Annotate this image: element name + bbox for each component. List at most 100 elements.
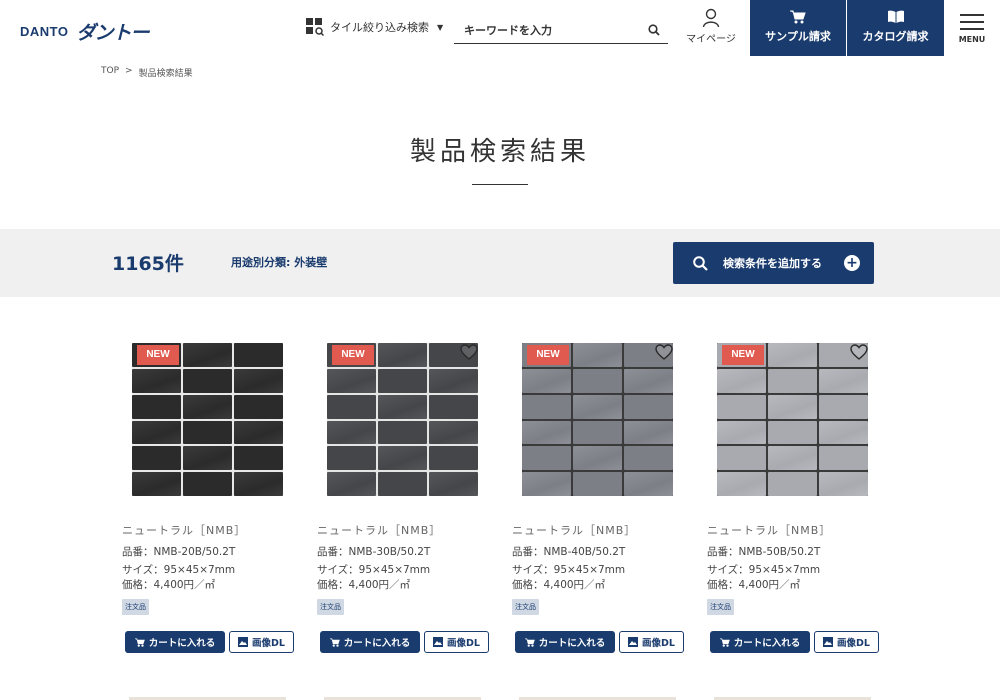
book-icon [887, 10, 904, 23]
product-size: サイズ：95×45×7mm [707, 564, 821, 576]
image-download-button[interactable]: 画像DL [619, 631, 684, 653]
search-icon[interactable] [644, 24, 664, 36]
keyword-search [454, 17, 668, 44]
tile-swatch [327, 368, 376, 393]
sample-request-button[interactable]: サンプル請求 [750, 0, 846, 56]
tile-swatch [768, 472, 817, 496]
tile-swatch [234, 446, 283, 471]
add-search-condition-button[interactable]: 検索条件を追加する + [673, 242, 874, 284]
tile-swatch [429, 420, 478, 445]
heart-icon[interactable] [460, 344, 478, 364]
breadcrumb: TOP > 製品検索結果 [101, 66, 193, 79]
site-logo[interactable]: DANTO ダントー [20, 18, 150, 45]
product-image[interactable]: NEW [714, 340, 871, 497]
tile-swatch [429, 394, 478, 419]
breadcrumb-home[interactable]: TOP [101, 66, 119, 79]
tile-swatch [573, 343, 622, 367]
tile-swatch [624, 472, 673, 496]
product-series[interactable]: ニュートラル［NMB］ [707, 522, 831, 538]
cart-icon [524, 637, 535, 647]
tile-swatch [183, 446, 232, 471]
tile-swatch [768, 446, 817, 471]
tile-swatch [624, 446, 673, 471]
plus-circle-icon: + [844, 255, 860, 271]
tile-swatch [183, 394, 232, 419]
product-part-number: 品番：NMB-50B/50.2T [707, 546, 821, 558]
product-series[interactable]: ニュートラル［NMB］ [317, 522, 441, 538]
image-download-button[interactable]: 画像DL [424, 631, 489, 653]
cart-icon [134, 637, 145, 647]
product-price: 価格：4,400円／㎡ [512, 579, 606, 591]
new-badge: NEW [527, 345, 569, 365]
add-to-cart-button[interactable]: カートに入れる [320, 631, 420, 653]
tile-grid-search-icon [306, 18, 325, 37]
add-to-cart-label: カートに入れる [343, 638, 411, 649]
tile-swatch [573, 472, 622, 496]
tile-swatch [234, 420, 283, 445]
new-badge: NEW [332, 345, 374, 365]
tile-swatch [819, 368, 868, 393]
tile-swatch [429, 368, 478, 393]
add-to-cart-button[interactable]: カートに入れる [515, 631, 615, 653]
cart-icon [790, 10, 806, 24]
heart-icon[interactable] [655, 344, 673, 364]
product-series[interactable]: ニュートラル［NMB］ [122, 522, 246, 538]
page-title: 製品検索結果 [409, 137, 590, 167]
product-series[interactable]: ニュートラル［NMB］ [512, 522, 636, 538]
add-search-condition-label: 検索条件を追加する [723, 257, 822, 270]
add-to-cart-label: カートに入れる [148, 638, 216, 649]
tile-swatch [522, 394, 571, 419]
heart-icon[interactable] [850, 344, 868, 364]
mypage-link[interactable]: マイページ [682, 8, 740, 45]
hamburger-icon [958, 14, 986, 30]
product-image[interactable]: NEW [324, 340, 481, 497]
tile-swatch [183, 368, 232, 393]
tile-swatch [819, 394, 868, 419]
tile-filter-dropdown[interactable]: タイル絞り込み検索 ▼ [306, 18, 443, 37]
product-image[interactable]: NEW [129, 340, 286, 497]
result-count: 1165件 [112, 253, 184, 275]
tile-swatch [378, 446, 427, 471]
logo-en: DANTO [20, 24, 69, 39]
applied-category: 用途別分類: 外装壁 [231, 256, 328, 269]
tile-swatch [717, 394, 766, 419]
tile-swatch [624, 420, 673, 445]
product-price: 価格：4,400円／㎡ [122, 579, 216, 591]
image-icon [628, 637, 639, 647]
keyword-search-input[interactable] [454, 18, 644, 42]
tile-swatch [183, 472, 232, 496]
user-icon [702, 8, 720, 28]
menu-button[interactable]: MENU [958, 14, 986, 44]
image-download-label: 画像DL [252, 638, 285, 649]
tile-swatch [327, 420, 376, 445]
tile-swatch [573, 420, 622, 445]
product-size: サイズ：95×45×7mm [512, 564, 626, 576]
tile-swatch [183, 420, 232, 445]
tile-swatch [819, 420, 868, 445]
product-part-number: 品番：NMB-40B/50.2T [512, 546, 626, 558]
add-to-cart-button[interactable]: カートに入れる [710, 631, 810, 653]
sample-request-label: サンプル請求 [765, 30, 831, 43]
made-to-order-tag: 注文品 [707, 599, 734, 615]
tile-swatch [768, 343, 817, 367]
catalog-request-label: カタログ請求 [862, 30, 929, 43]
product-image[interactable]: NEW [519, 340, 676, 497]
add-to-cart-button[interactable]: カートに入れる [125, 631, 225, 653]
product-size: サイズ：95×45×7mm [317, 564, 431, 576]
tile-swatch [234, 343, 283, 367]
made-to-order-tag: 注文品 [122, 599, 149, 615]
breadcrumb-separator: > [125, 66, 133, 76]
tile-swatch [573, 368, 622, 393]
filter-label: タイル絞り込み検索 [330, 21, 429, 34]
catalog-request-button[interactable]: カタログ請求 [847, 0, 944, 56]
tile-swatch [327, 446, 376, 471]
image-download-button[interactable]: 画像DL [229, 631, 294, 653]
product-price: 価格：4,400円／㎡ [317, 579, 411, 591]
tile-swatch [819, 446, 868, 471]
tile-swatch [573, 446, 622, 471]
product-part-number: 品番：NMB-20B/50.2T [122, 546, 236, 558]
image-icon [433, 637, 444, 647]
tile-swatch [132, 368, 181, 393]
image-download-button[interactable]: 画像DL [814, 631, 879, 653]
tile-swatch [768, 420, 817, 445]
